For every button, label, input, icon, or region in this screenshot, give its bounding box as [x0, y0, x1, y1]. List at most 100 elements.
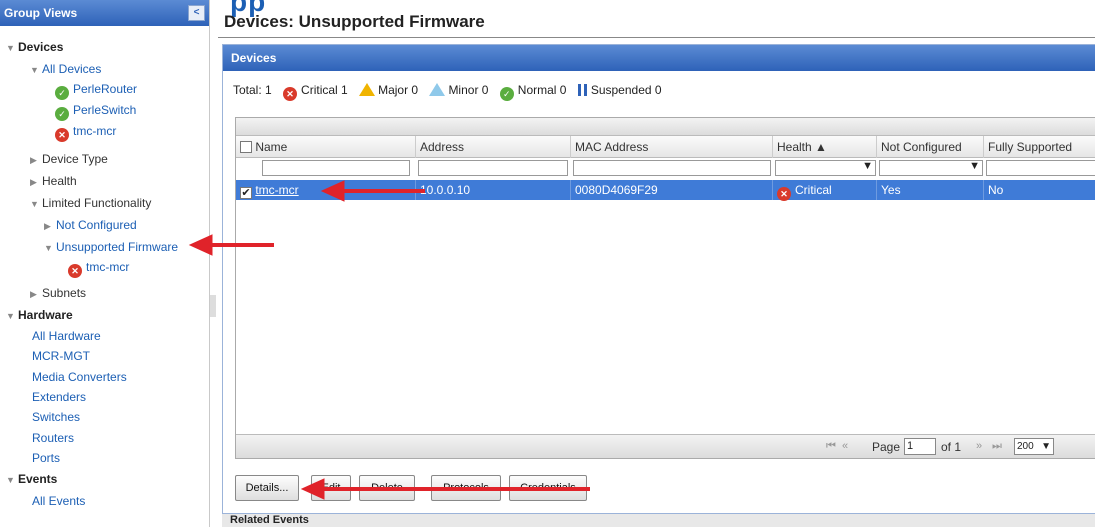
protocols-button[interactable]: Protocols: [431, 475, 501, 501]
sidebar-title: Group Views: [4, 6, 78, 20]
major-filter[interactable]: Major 0: [359, 83, 418, 97]
table-row[interactable]: ✔ tmc-mcr 10.0.0.10 0080D4069F29 ✕ Critic…: [236, 180, 1095, 201]
tree-label: tmc-mcr: [86, 260, 130, 274]
tree-subnets[interactable]: ▶ Subnets: [30, 284, 86, 302]
tree-media-converters[interactable]: Media Converters: [32, 368, 127, 386]
suspended-filter[interactable]: Suspended 0: [577, 83, 662, 97]
expanded-arrow-icon[interactable]: ▼: [44, 239, 56, 257]
tree-devices[interactable]: ▼ Devices: [6, 38, 63, 56]
prev-page-icon[interactable]: «: [842, 440, 848, 452]
pause-icon: [577, 84, 587, 96]
chevron-down-icon: ▼: [862, 160, 873, 172]
column-header-mac[interactable]: MAC Address: [571, 136, 773, 158]
fully-supported-filter-select[interactable]: [986, 160, 1095, 176]
cell-not-configured: Yes: [877, 180, 984, 200]
tree-label: Unsupported Firmware: [56, 240, 179, 254]
expanded-arrow-icon[interactable]: ▼: [30, 61, 42, 79]
critical-status-icon: ✕: [68, 264, 82, 278]
tree-label: Limited Functionality: [42, 196, 152, 210]
column-header-fully-supported[interactable]: Fully Supported: [984, 136, 1095, 158]
critical-icon: ✕: [283, 87, 298, 101]
collapsed-arrow-icon[interactable]: ▶: [44, 217, 56, 235]
tree-mcr-mgt[interactable]: MCR-MGT: [32, 347, 90, 365]
row-checkbox[interactable]: ✔: [240, 187, 252, 199]
tree-all-hardware[interactable]: All Hardware: [32, 327, 101, 345]
tree-label: All Events: [32, 494, 86, 508]
select-all-checkbox[interactable]: [240, 141, 252, 153]
next-page-icon[interactable]: »: [976, 440, 982, 452]
grid-toolbar: [236, 118, 1095, 136]
health-filter-select[interactable]: ▼: [775, 160, 876, 176]
tree-label: Extenders: [32, 390, 87, 404]
column-header-health[interactable]: Health ▲: [773, 136, 877, 158]
address-filter-input[interactable]: [418, 160, 568, 176]
minor-filter[interactable]: Minor 0: [429, 83, 488, 97]
tree-all-events[interactable]: All Events: [32, 492, 85, 510]
expanded-arrow-icon[interactable]: ▼: [30, 195, 42, 213]
health-summary: Total: 1 ✕ Critical 1 Major 0 Minor 0 ✓ No…: [233, 83, 670, 101]
tree-extenders[interactable]: Extenders: [32, 388, 86, 406]
tree-hardware[interactable]: ▼ Hardware: [6, 306, 73, 324]
page-size-select[interactable]: 200 ▼: [1014, 438, 1054, 455]
device-link[interactable]: tmc-mcr: [255, 183, 298, 197]
tree-label: Switches: [32, 410, 81, 424]
page-count: of 1: [941, 440, 962, 454]
collapsed-arrow-icon[interactable]: ▶: [30, 151, 42, 169]
tree-label: Not Configured: [56, 218, 137, 232]
tree-unsupported-tmc-mcr[interactable]: ✕ tmc-mcr: [68, 258, 130, 278]
tree-all-devices[interactable]: ▼ All Devices: [30, 60, 101, 78]
page-number-input[interactable]: 1: [904, 438, 936, 455]
edit-button[interactable]: Edit: [311, 475, 351, 501]
last-page-icon[interactable]: ⏭: [992, 440, 1002, 453]
splitter-handle[interactable]: [210, 295, 216, 317]
chevron-down-icon: ▼: [1041, 441, 1051, 452]
tree-device-perleswitch[interactable]: ✓ PerleSwitch: [55, 101, 137, 121]
tree-device-perlerouter[interactable]: ✓ PerleRouter: [55, 80, 137, 100]
credentials-button[interactable]: Credentials: [509, 475, 587, 501]
tree-events[interactable]: ▼ Events: [6, 470, 57, 488]
tree-label: Routers: [32, 431, 75, 445]
tree-health[interactable]: ▶ Health: [30, 172, 77, 190]
minor-warning-icon: [429, 83, 446, 96]
collapsed-arrow-icon[interactable]: ▶: [30, 285, 42, 303]
expanded-arrow-icon[interactable]: ▼: [6, 39, 18, 57]
name-filter-input[interactable]: [262, 160, 410, 176]
cell-fully-supported: No: [988, 183, 1004, 197]
tree-ports[interactable]: Ports: [32, 449, 60, 467]
tree-routers[interactable]: Routers: [32, 429, 74, 447]
column-header-not-configured[interactable]: Not Configured: [877, 136, 984, 158]
details-button[interactable]: Details...: [235, 475, 299, 501]
tree-label: MCR-MGT: [32, 349, 90, 363]
normal-filter[interactable]: ✓ Normal 0: [499, 83, 566, 101]
expanded-arrow-icon[interactable]: ▼: [6, 307, 18, 325]
chevron-down-icon: ▼: [969, 160, 980, 172]
not-configured-filter-select[interactable]: ▼: [879, 160, 983, 176]
tree-not-configured[interactable]: ▶ Not Configured: [44, 216, 137, 234]
collapsed-arrow-icon[interactable]: ▶: [30, 173, 42, 191]
tree-label: Ports: [32, 451, 61, 465]
delete-button[interactable]: Delete: [359, 475, 415, 501]
expanded-arrow-icon[interactable]: ▼: [6, 471, 18, 489]
tree-unsupported-firmware[interactable]: ▼ Unsupported Firmware: [44, 238, 178, 256]
first-page-icon[interactable]: ⏮: [826, 440, 836, 453]
major-warning-icon: [359, 83, 376, 96]
title-divider: [218, 37, 1095, 38]
tree-switches[interactable]: Switches: [32, 408, 80, 426]
critical-status-icon: ✕: [55, 128, 69, 142]
column-header-address[interactable]: Address: [416, 136, 571, 158]
mac-filter-input[interactable]: [573, 160, 771, 176]
tree-limited-functionality[interactable]: ▼ Limited Functionality: [30, 194, 151, 212]
cell-name: ✔ tmc-mcr: [236, 180, 416, 200]
critical-filter[interactable]: ✕ Critical 1: [283, 83, 348, 101]
cell-health: ✕ Critical: [773, 180, 877, 201]
tree-label: PerleSwitch: [73, 103, 137, 117]
tree-label: Devices: [18, 40, 64, 54]
tree-label: Device Type: [42, 152, 108, 166]
devices-panel: Devices Total: 1 ✕ Critical 1 Major 0 Min…: [222, 44, 1095, 514]
tree-label: Hardware: [18, 308, 73, 322]
tree-device-tmc-mcr[interactable]: ✕ tmc-mcr: [55, 122, 116, 142]
panel-header: Devices: [223, 45, 1095, 71]
tree-device-type[interactable]: ▶ Device Type: [30, 150, 108, 168]
collapse-sidebar-button[interactable]: <: [188, 5, 205, 21]
column-header-name[interactable]: Name: [236, 136, 416, 158]
